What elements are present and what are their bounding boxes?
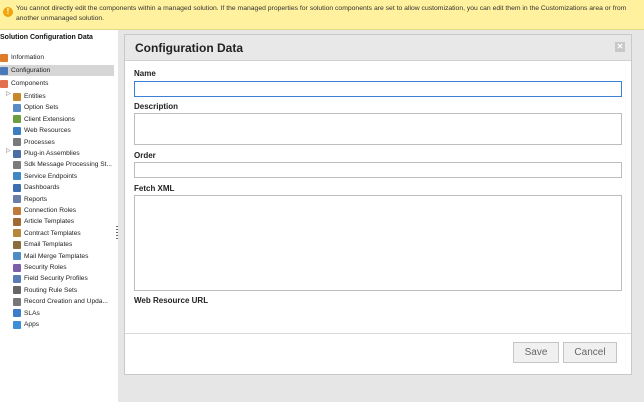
description-field[interactable]	[134, 113, 622, 145]
security-roles-icon	[13, 263, 21, 272]
nav-item-entities[interactable]: Entities	[13, 91, 115, 102]
entities-icon	[13, 92, 21, 101]
nav-item-label: Components	[11, 80, 49, 87]
nav-item-label: Reports	[24, 195, 48, 203]
nav-item-connection-roles[interactable]: Connection Roles	[13, 205, 115, 216]
nav-item-label: Email Templates	[24, 241, 73, 249]
nav-item-field-security-profiles[interactable]: Field Security Profiles	[13, 273, 115, 284]
client-extensions-icon	[13, 115, 21, 124]
plugin-assemblies-icon	[13, 149, 21, 158]
information-icon	[0, 53, 8, 62]
nav-item-routing-rule-sets[interactable]: Routing Rule Sets	[13, 285, 115, 296]
nav-item-label: SLAs	[24, 309, 40, 317]
nav-item-mail-merge-templates[interactable]: Mail Merge Templates	[13, 251, 115, 262]
nav-item-label: Mail Merge Templates	[24, 252, 89, 260]
name-label: Name	[134, 69, 156, 78]
nav-item-contract-templates[interactable]: Contract Templates	[13, 228, 115, 239]
routing-rule-sets-icon	[13, 286, 21, 295]
nav-item-option-sets[interactable]: Option Sets	[13, 102, 115, 113]
nav-item-label: Field Security Profiles	[24, 275, 88, 283]
nav-item-label: Sdk Message Processing St...	[24, 161, 112, 169]
mail-merge-templates-icon	[13, 252, 21, 261]
nav-item-sdk-message[interactable]: Sdk Message Processing St...	[13, 159, 115, 170]
nav-item-reports[interactable]: Reports	[13, 194, 115, 205]
configuration-data-dialog: Configuration Data ✕ Name Description Or…	[124, 34, 632, 375]
nav-item-label: Plug-in Assemblies	[24, 150, 80, 157]
nav-item-label: Apps	[24, 321, 40, 328]
nav-item-article-templates[interactable]: Article Templates	[13, 216, 115, 227]
warning-text: You cannot directly edit the components …	[16, 5, 627, 22]
nav-item-record-creation[interactable]: Record Creation and Upda...	[13, 296, 115, 307]
nav-item-label: Article Templates	[24, 218, 75, 226]
nav-item-service-endpoints[interactable]: Service Endpoints	[13, 171, 115, 182]
connection-roles-icon	[13, 206, 21, 215]
dialog-title: Configuration Data	[135, 41, 243, 55]
nav-item-label: Configuration	[11, 67, 51, 74]
nav-item-dashboards[interactable]: Dashboards	[13, 182, 115, 193]
nav-item-label: Connection Roles	[24, 207, 77, 214]
nav-title: Solution Configuration Data	[0, 34, 93, 41]
nav-item-label: Option Sets	[24, 104, 59, 112]
name-field[interactable]	[134, 81, 622, 97]
nav-item-configuration[interactable]: Configuration	[0, 65, 114, 76]
order-label: Order	[134, 151, 156, 160]
nav-item-label: Processes	[24, 138, 55, 146]
dashboards-icon	[13, 183, 21, 192]
cancel-button[interactable]: Cancel	[563, 342, 617, 363]
nav-item-information[interactable]: Information	[0, 52, 114, 63]
fetch-xml-field[interactable]	[134, 195, 622, 291]
reports-icon	[13, 195, 21, 204]
nav-item-label: Contract Templates	[24, 229, 81, 237]
sdk-message-icon	[13, 160, 21, 169]
order-field[interactable]	[134, 162, 622, 178]
record-creation-icon	[13, 297, 21, 306]
article-templates-icon	[13, 217, 21, 226]
web-resources-icon	[13, 126, 21, 135]
dialog-header: Configuration Data ✕	[125, 35, 631, 61]
processes-icon	[13, 138, 21, 147]
warning-banner: ! You cannot directly edit the component…	[0, 0, 644, 30]
components-icon	[0, 79, 8, 88]
nav-item-label: Client Extensions	[24, 115, 75, 123]
nav-item-label: Service Endpoints	[24, 172, 78, 180]
nav-item-label: Record Creation and Upda...	[24, 298, 108, 306]
contract-templates-icon	[13, 229, 21, 238]
close-icon[interactable]: ✕	[615, 42, 625, 52]
save-button[interactable]: Save	[513, 342, 559, 363]
warning-icon: !	[3, 7, 13, 17]
nav-item-apps[interactable]: Apps	[13, 319, 115, 330]
backdrop	[118, 375, 644, 402]
nav-item-label: Information	[11, 54, 44, 61]
nav-item-label: Dashboards	[24, 184, 60, 192]
nav-item-label: Routing Rule Sets	[24, 286, 78, 294]
nav-item-email-templates[interactable]: Email Templates	[13, 239, 115, 250]
nav-item-processes[interactable]: Processes	[13, 137, 115, 148]
apps-icon	[13, 320, 21, 329]
nav-item-plugin-assemblies[interactable]: Plug-in Assemblies	[13, 148, 115, 159]
nav-item-label: Security Roles	[24, 264, 67, 271]
solution-nav: Solution Configuration Data Information …	[0, 30, 116, 402]
email-templates-icon	[13, 240, 21, 249]
fetch-xml-label: Fetch XML	[134, 184, 175, 193]
nav-item-security-roles[interactable]: Security Roles	[13, 262, 115, 273]
slas-icon	[13, 309, 21, 318]
nav-item-label: Entities	[24, 93, 46, 100]
backdrop	[632, 30, 644, 402]
description-label: Description	[134, 102, 179, 111]
web-resource-url-label: Web Resource URL	[134, 296, 209, 305]
expand-arrow-icon[interactable]: ▷	[6, 147, 11, 154]
option-sets-icon	[13, 103, 21, 112]
service-endpoints-icon	[13, 172, 21, 181]
nav-item-label: Web Resources	[24, 127, 71, 135]
dialog-footer-divider	[125, 333, 631, 334]
field-security-profiles-icon	[13, 274, 21, 283]
nav-item-client-extensions[interactable]: Client Extensions	[13, 114, 115, 125]
expand-arrow-icon[interactable]: ▷	[6, 90, 11, 97]
nav-item-components[interactable]: Components	[0, 78, 114, 89]
nav-item-slas[interactable]: SLAs	[13, 308, 115, 319]
configuration-icon	[0, 66, 8, 75]
nav-item-web-resources[interactable]: Web Resources	[13, 125, 115, 136]
